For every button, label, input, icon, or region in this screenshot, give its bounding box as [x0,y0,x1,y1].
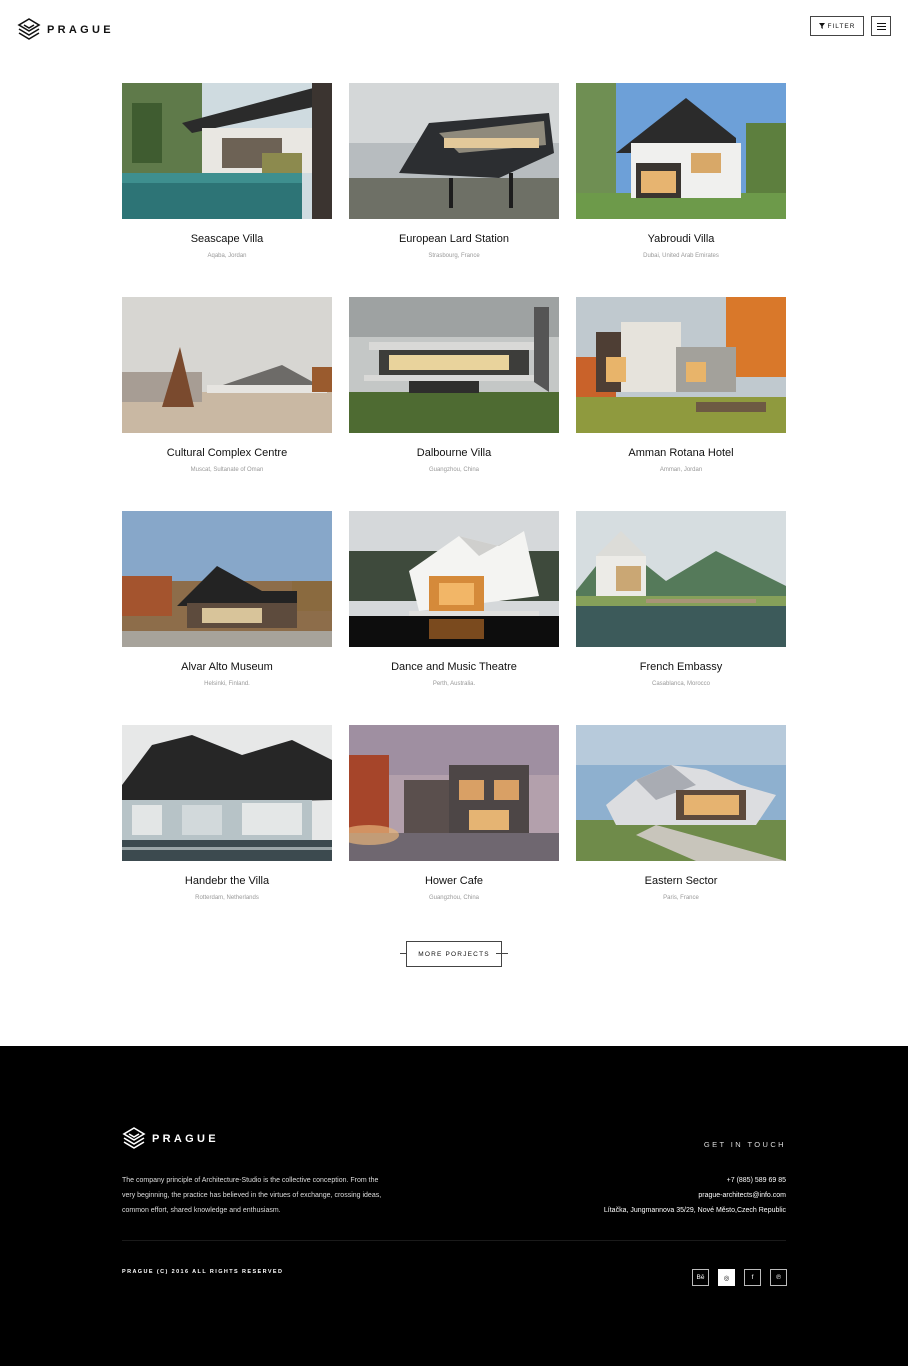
project-location: Dubai, United Arab Emirates [643,253,719,259]
project-title[interactable]: Seascape Villa [122,233,332,245]
filter-icon [818,23,825,29]
project-card[interactable]: Cultural Complex Centre Muscat, Sultanat… [122,297,332,511]
project-image[interactable] [122,725,332,861]
project-image[interactable] [576,511,786,647]
project-card[interactable]: Amman Rotana Hotel Amman, Jordan [576,297,786,511]
project-location: Perth, Australia. [432,681,476,687]
address-text: Lítačka, Jungmannova 35/29, Nové Město,C… [603,1207,786,1214]
project-title[interactable]: Amman Rotana Hotel [576,447,786,459]
project-location: Guangzhou, China [428,895,480,901]
project-card[interactable]: Yabroudi Villa Dubai, United Arab Emirat… [576,83,786,297]
copyright: PRAGUE (C) 2016 ALL RIGHTS RESERVED [122,1269,284,1275]
behance-icon[interactable]: Bē [692,1269,709,1286]
project-image[interactable] [576,725,786,861]
get-in-touch-heading: GET IN TOUCH [703,1140,786,1149]
project-image[interactable] [349,511,559,647]
email-link[interactable]: prague-architects@info.com [604,1188,786,1203]
logo-text: PRAGUE [47,24,114,36]
project-title[interactable]: Eastern Sector [576,875,786,887]
facebook-icon[interactable]: f [744,1269,761,1286]
more-projects-wrap: MORE PORJECTS [400,941,508,967]
project-card[interactable]: Dalbourne Villa Guangzhou, China [349,297,559,511]
project-location: Paris, France [663,895,699,901]
hamburger-icon [876,25,886,27]
project-title[interactable]: Handebr the Villa [122,875,332,887]
footer-description: The company principle of Architecture-St… [122,1177,382,1214]
project-card[interactable]: European Lard Station Strasbourg, France [349,83,559,297]
project-title[interactable]: Dalbourne Villa [349,447,559,459]
dribbble-icon[interactable]: ◎ [718,1269,735,1286]
site-header: PRAGUE FILTER [0,0,908,60]
project-location: Strasbourg, France [428,253,480,259]
filter-button[interactable]: FILTER [810,16,864,36]
pinterest-icon[interactable]: ℗ [770,1269,787,1286]
project-card[interactable]: Handebr the Villa Rotterdam, Netherlands [122,725,332,939]
project-image[interactable] [122,83,332,219]
project-image[interactable] [576,297,786,433]
project-location: Amman, Jordan [659,467,703,473]
project-location: Muscat, Sultanate of Oman [190,467,264,473]
project-title[interactable]: French Embassy [576,661,786,673]
footer-logo-text: PRAGUE [152,1133,219,1145]
project-card[interactable]: Alvar Alto Museum Helsinki, Finland. [122,511,332,725]
project-title[interactable]: Yabroudi Villa [576,233,786,245]
project-location: Casablanca, Morocco [651,681,711,687]
project-title[interactable]: Alvar Alto Museum [122,661,332,673]
project-image[interactable] [349,83,559,219]
project-location: Aqaba, Jordan [207,253,247,259]
project-card[interactable]: Hower Cafe Guangzhou, China [349,725,559,939]
project-title[interactable]: Dance and Music Theatre [349,661,559,673]
site-footer: PRAGUE The company principle of Architec… [0,1046,908,1366]
project-image[interactable] [349,297,559,433]
logo-mark-icon [17,18,41,40]
project-location: Guangzhou, China [428,467,480,473]
project-title[interactable]: European Lard Station [349,233,559,245]
footer-logo[interactable]: PRAGUE [122,1126,219,1152]
project-location: Helsinki, Finland. [204,681,250,687]
project-card[interactable]: French Embassy Casablanca, Morocco [576,511,786,725]
projects-grid: Seascape Villa Aqaba, Jordan European La… [122,83,786,939]
footer-divider [122,1240,786,1241]
project-image[interactable] [122,511,332,647]
divider-line [496,953,508,954]
site-logo[interactable]: PRAGUE [17,17,114,43]
project-card[interactable]: Eastern Sector Paris, France [576,725,786,939]
project-location: Rotterdam, Netherlands [195,895,259,901]
filter-label: FILTER [827,22,856,30]
social-links: Bē ◎ f ℗ [692,1269,787,1286]
project-title[interactable]: Hower Cafe [349,875,559,887]
project-image[interactable] [122,297,332,433]
project-image[interactable] [576,83,786,219]
project-title[interactable]: Cultural Complex Centre [122,447,332,459]
project-card[interactable]: Seascape Villa Aqaba, Jordan [122,83,332,297]
project-image[interactable] [349,725,559,861]
phone-link[interactable]: +7 (885) 589 69 85 [604,1173,786,1188]
more-projects-button[interactable]: MORE PORJECTS [406,941,502,967]
project-card[interactable]: Dance and Music Theatre Perth, Australia… [349,511,559,725]
logo-mark-icon [122,1127,146,1149]
menu-button[interactable] [871,16,891,36]
contact-info: +7 (885) 589 69 85 prague-architects@inf… [604,1173,786,1218]
